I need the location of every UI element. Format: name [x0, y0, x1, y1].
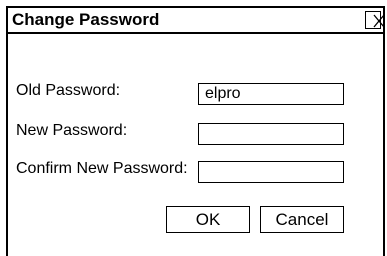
- new-password-field[interactable]: [198, 123, 344, 145]
- close-button[interactable]: [365, 11, 385, 29]
- old-password-label: Old Password:: [16, 82, 121, 99]
- confirm-password-field[interactable]: [198, 161, 344, 183]
- change-password-dialog: Change Password Old Password: New Passwo…: [6, 6, 385, 256]
- old-password-field[interactable]: [198, 83, 344, 105]
- confirm-password-label: Confirm New Password:: [16, 160, 188, 177]
- ok-button[interactable]: OK: [166, 206, 250, 233]
- new-password-label: New Password:: [16, 122, 128, 139]
- dialog-title: Change Password: [12, 10, 160, 29]
- close-icon: [373, 14, 385, 28]
- title-bar: Change Password: [8, 8, 385, 34]
- cancel-button[interactable]: Cancel: [260, 206, 344, 233]
